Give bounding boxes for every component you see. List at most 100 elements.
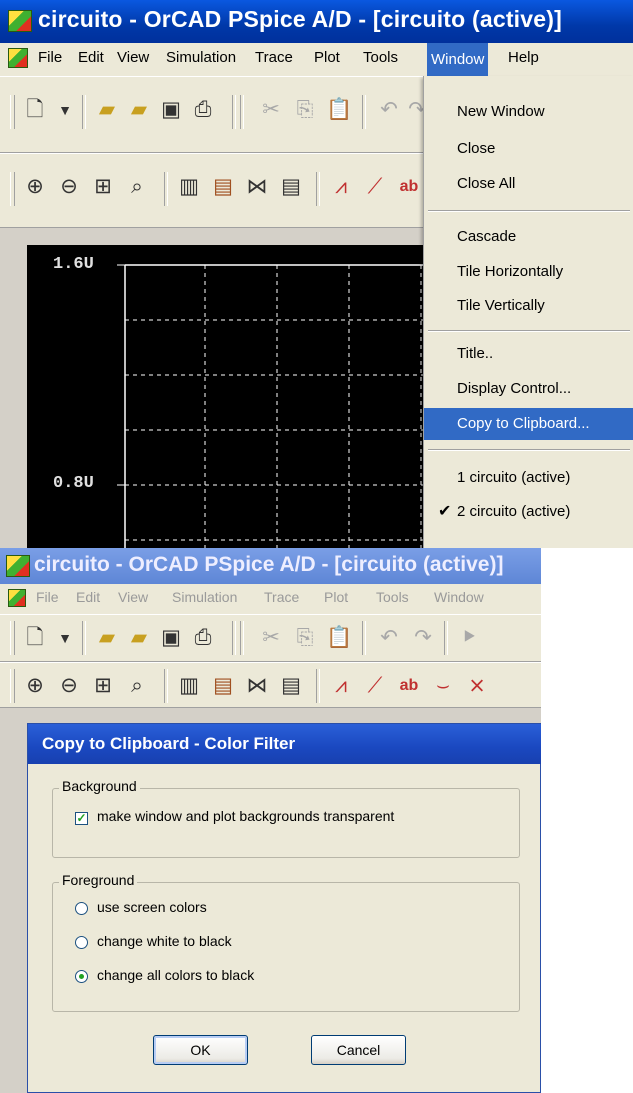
menu-edit[interactable]: Edit [78,49,104,66]
menu-view[interactable]: View [117,49,149,66]
zoom-in-icon[interactable]: ⊕ [22,673,48,699]
zoom-out-icon[interactable]: ⊖ [56,174,82,200]
menu-item-tile-vertically[interactable]: Tile Vertically [424,290,633,322]
cut-icon[interactable]: ✂ [258,97,284,123]
save-icon[interactable]: ▣ [158,97,184,123]
background-group-label: Background [59,778,140,794]
open-folder-icon[interactable]: ▰ [94,625,120,651]
menu-view[interactable]: View [118,589,148,605]
menu-item-copy-to-clipboard[interactable]: Copy to Clipboard... [424,408,633,440]
cursor-slope-icon[interactable]: ⨯ [464,673,490,699]
menu-item-close[interactable]: Close [424,133,633,165]
zoom-in-icon[interactable]: ⊕ [22,174,48,200]
menu-item-title[interactable]: Title.. [424,338,633,370]
y-tick-label-top: 1.6U [53,255,94,274]
menu-help[interactable]: Help [508,49,539,66]
change-white-to-black-radio[interactable] [75,936,88,949]
window-title: circuito - OrCAD PSpice A/D - [circuito … [38,6,562,32]
change-white-to-black-label: change white to black [97,933,232,949]
label-icon[interactable]: ab [396,174,422,200]
paste-icon[interactable]: 📋 [326,97,352,123]
cursor-peak-icon[interactable]: ⩘ [328,174,354,200]
y-tick-label-mid: 0.8U [53,474,94,493]
redo-icon[interactable]: ↷ [410,625,436,651]
open-folder-alt-icon[interactable]: ▰ [126,97,152,123]
pspice-window-bottom: circuito - OrCAD PSpice A/D - [circuito … [0,548,541,1093]
title-bar-inactive: circuito - OrCAD PSpice A/D - [circuito … [0,548,541,584]
zoom-area-icon[interactable]: ⊞ [90,174,116,200]
trace-mark-icon[interactable]: ⟋ [362,174,388,200]
zoom-out-icon[interactable]: ⊖ [56,673,82,699]
menu-plot[interactable]: Plot [314,49,340,66]
change-all-colors-to-black-label: change all colors to black [97,967,255,983]
paste-icon[interactable]: 📋 [326,625,352,651]
add-trace-icon[interactable]: ▤ [210,673,236,699]
menu-simulation[interactable]: Simulation [172,589,237,605]
plot-window-icon[interactable]: ▤ [278,174,304,200]
menu-item-tile-horizontally[interactable]: Tile Horizontally [424,256,633,288]
menu-bar: File Edit View Simulation Trace Plot Too… [0,584,541,614]
document-menu-icon[interactable] [8,589,26,607]
document-menu-icon[interactable] [8,48,28,68]
label-icon[interactable]: ab [396,673,422,699]
transparent-background-checkbox[interactable]: ✓ [75,812,88,825]
ok-button[interactable]: OK [153,1035,248,1065]
menu-tools[interactable]: Tools [376,589,409,605]
dropdown-arrow-icon[interactable]: ▼ [52,97,78,123]
undo-icon[interactable]: ↶ [376,625,402,651]
pspice-app-icon[interactable] [6,555,30,577]
menu-file[interactable]: File [38,49,62,66]
cursor-trough-icon[interactable]: ⌣ [430,673,456,699]
cut-icon[interactable]: ✂ [258,625,284,651]
toggle-fft-icon[interactable]: ⋈ [244,174,270,200]
dialog-title-bar: Copy to Clipboard - Color Filter [28,724,541,764]
change-all-colors-to-black-radio[interactable] [75,970,88,983]
run-icon[interactable]: ⯈ [456,625,482,651]
menu-item-close-all[interactable]: Close All [424,168,633,200]
menu-tools[interactable]: Tools [363,49,398,66]
menu-window[interactable]: Window [434,589,484,605]
add-trace-icon[interactable]: ▤ [210,174,236,200]
undo-icon[interactable]: ↶ [376,97,402,123]
toggle-fft-icon[interactable]: ⋈ [244,673,270,699]
use-screen-colors-radio[interactable] [75,902,88,915]
cancel-button[interactable]: Cancel [311,1035,406,1065]
print-icon[interactable]: ⎙ [190,97,216,123]
new-document-icon[interactable]: 🗋 [22,625,48,651]
axis-settings-icon[interactable]: ▥ [176,673,202,699]
pspice-window-top: circuito - OrCAD PSpice A/D - [circuito … [0,0,633,548]
menu-item-window-1[interactable]: 1 circuito (active) [424,462,633,494]
zoom-area-icon[interactable]: ⊞ [90,673,116,699]
menu-item-display-control[interactable]: Display Control... [424,373,633,405]
menu-item-window-2[interactable]: ✔ 2 circuito (active) [424,496,633,528]
print-icon[interactable]: ⎙ [190,625,216,651]
save-icon[interactable]: ▣ [158,625,184,651]
dialog-title: Copy to Clipboard - Color Filter [42,734,296,753]
menu-item-window-2-label: 2 circuito (active) [457,503,571,520]
copy-icon[interactable]: ⎘ [292,625,318,651]
menu-item-cascade[interactable]: Cascade [424,221,633,253]
zoom-fit-icon[interactable]: ⌕ [124,174,150,200]
menu-trace[interactable]: Trace [255,49,293,66]
menu-file[interactable]: File [36,589,59,605]
copy-icon[interactable]: ⎘ [292,97,318,123]
axis-settings-icon[interactable]: ▥ [176,174,202,200]
window-title: circuito - OrCAD PSpice A/D - [circuito … [34,553,504,576]
menu-item-new-window[interactable]: New Window [424,96,633,128]
new-document-icon[interactable]: 🗋 [22,97,48,123]
menu-plot[interactable]: Plot [324,589,348,605]
open-folder-alt-icon[interactable]: ▰ [126,625,152,651]
menu-separator [428,449,630,451]
cursor-peak-icon[interactable]: ⩘ [328,673,354,699]
plot-window-icon[interactable]: ▤ [278,673,304,699]
trace-mark-icon[interactable]: ⟋ [362,673,388,699]
zoom-fit-icon[interactable]: ⌕ [124,673,150,699]
transparent-background-label: make window and plot backgrounds transpa… [97,808,395,824]
menu-simulation[interactable]: Simulation [166,49,236,66]
dropdown-arrow-icon[interactable]: ▼ [52,625,78,651]
menu-edit[interactable]: Edit [76,589,100,605]
menu-trace[interactable]: Trace [264,589,299,605]
pspice-app-icon[interactable] [8,10,32,32]
menu-window[interactable]: Window [427,43,489,76]
open-folder-icon[interactable]: ▰ [94,97,120,123]
